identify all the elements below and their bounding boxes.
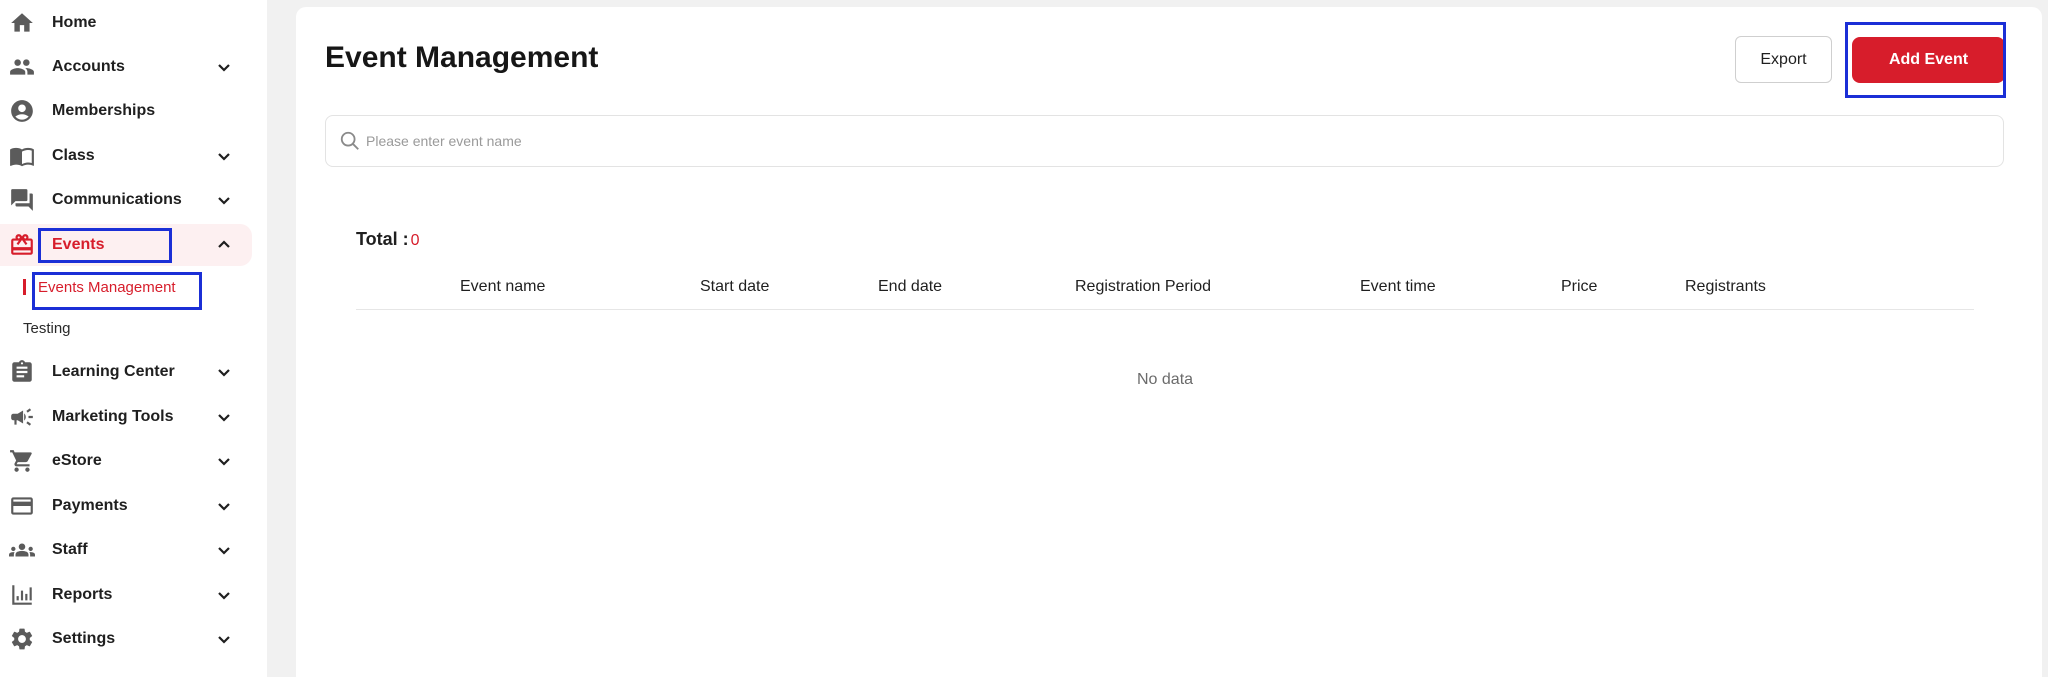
- chevron-down-icon: [216, 148, 232, 164]
- chevron-up-icon: [216, 237, 232, 253]
- sidebar-item-home[interactable]: Home: [0, 2, 252, 44]
- chevron-down-icon: [216, 364, 232, 380]
- column-header-registration-period[interactable]: Registration Period: [1075, 278, 1211, 296]
- column-header-end-date[interactable]: End date: [878, 278, 942, 296]
- sidebar-item-label: Memberships: [52, 102, 156, 119]
- chevron-down-icon: [216, 542, 232, 558]
- chevron-down-icon: [216, 498, 232, 514]
- sidebar-item-label: Accounts: [52, 58, 125, 75]
- total-label: Total :: [356, 229, 409, 249]
- column-header-registrants[interactable]: Registrants: [1685, 278, 1766, 296]
- gear-icon: [9, 626, 35, 652]
- empty-state-text: No data: [1137, 371, 1194, 388]
- megaphone-icon: [9, 404, 35, 430]
- page-title: Event Management: [325, 41, 599, 74]
- sidebar-item-memberships[interactable]: Memberships: [0, 90, 252, 132]
- search-input[interactable]: [366, 126, 1966, 156]
- search-bar: [325, 115, 2004, 167]
- sidebar-item-events[interactable]: Events: [0, 224, 252, 266]
- column-header-start-date[interactable]: Start date: [700, 278, 769, 296]
- sidebar-item-accounts[interactable]: Accounts: [0, 46, 252, 88]
- sidebar-item-label: Events: [52, 236, 105, 253]
- main-card: [296, 7, 2042, 677]
- column-header-price[interactable]: Price: [1561, 278, 1597, 296]
- sidebar-item-label: Reports: [52, 586, 113, 603]
- bar-chart-icon: [9, 582, 35, 608]
- column-header-event-name[interactable]: Event name: [460, 278, 545, 296]
- submenu-item-events-management[interactable]: Events Management: [38, 279, 176, 296]
- sidebar-item-label: Settings: [52, 630, 116, 647]
- group-icon: [9, 537, 35, 563]
- sidebar-item-estore[interactable]: eStore: [0, 440, 252, 482]
- sidebar-item-label: Learning Center: [52, 363, 175, 380]
- sidebar-item-staff[interactable]: Staff: [0, 529, 252, 571]
- chevron-down-icon: [216, 631, 232, 647]
- sidebar-item-label: Staff: [52, 541, 88, 558]
- sidebar-item-class[interactable]: Class: [0, 135, 252, 177]
- sidebar-item-reports[interactable]: Reports: [0, 574, 252, 616]
- cart-icon: [9, 448, 35, 474]
- sidebar: Home Accounts Memberships Class Communic…: [0, 0, 267, 677]
- chevron-down-icon: [216, 453, 232, 469]
- sidebar-item-label: Marketing Tools: [52, 408, 174, 425]
- sidebar-item-payments[interactable]: Payments: [0, 485, 252, 527]
- chevron-down-icon: [216, 409, 232, 425]
- home-icon: [9, 10, 35, 36]
- clipboard-icon: [9, 359, 35, 385]
- chat-icon: [9, 187, 35, 213]
- submenu-item-testing[interactable]: Testing: [23, 320, 71, 337]
- credit-card-icon: [9, 493, 35, 519]
- export-button[interactable]: Export: [1735, 36, 1832, 83]
- chevron-down-icon: [216, 587, 232, 603]
- sidebar-item-settings[interactable]: Settings: [0, 618, 252, 660]
- search-icon: [339, 130, 361, 152]
- sidebar-item-label: Payments: [52, 497, 128, 514]
- people-icon: [9, 54, 35, 80]
- chevron-down-icon: [216, 59, 232, 75]
- chevron-down-icon: [216, 192, 232, 208]
- sidebar-item-marketing-tools[interactable]: Marketing Tools: [0, 396, 252, 438]
- total-count-value: 0: [410, 232, 420, 249]
- sidebar-item-label: Home: [52, 14, 97, 31]
- add-event-button[interactable]: Add Event: [1852, 37, 2005, 83]
- sidebar-item-label: Communications: [52, 191, 182, 208]
- sidebar-item-label: eStore: [52, 452, 102, 469]
- account-circle-icon: [9, 98, 35, 124]
- table-header: Event name Start date End date Registrat…: [356, 262, 1974, 310]
- book-icon: [9, 143, 35, 169]
- gift-icon: [9, 232, 35, 258]
- sidebar-item-label: Class: [52, 147, 95, 164]
- sidebar-item-communications[interactable]: Communications: [0, 179, 252, 221]
- total-count: Total :0: [356, 229, 420, 250]
- active-submenu-marker: [23, 279, 26, 295]
- column-header-event-time[interactable]: Event time: [1360, 278, 1436, 296]
- sidebar-item-learning-center[interactable]: Learning Center: [0, 351, 252, 393]
